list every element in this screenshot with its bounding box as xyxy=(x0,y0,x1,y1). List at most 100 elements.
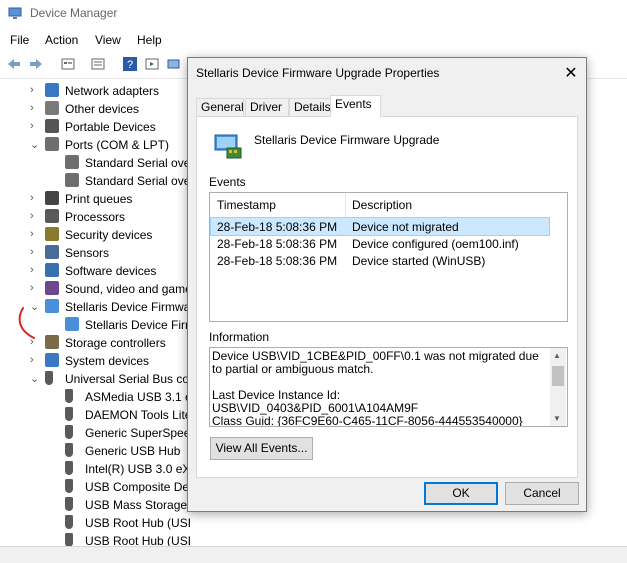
tree-item-software-device[interactable]: › Software devices xyxy=(0,262,190,280)
tree-item-label: Stellaris Device Firm xyxy=(85,318,190,332)
chevron-right-icon[interactable]: › xyxy=(30,210,40,222)
tree-item-usb[interactable]: Generic USB Hub xyxy=(0,442,190,460)
tree-item-usb[interactable]: Intel(R) USB 3.0 eXte xyxy=(0,460,190,478)
printer-icon xyxy=(45,191,59,205)
tree-item-label: Software devices xyxy=(65,264,157,278)
tree-item-port[interactable]: ⌄ Ports (COM & LPT) xyxy=(0,136,190,154)
event-timestamp: 28-Feb-18 5:08:36 PM xyxy=(217,220,338,234)
firmware-device-icon xyxy=(45,299,59,313)
tree-item-usb[interactable]: DAEMON Tools Lite xyxy=(0,406,190,424)
column-separator[interactable] xyxy=(345,193,346,217)
help-icon[interactable]: ? xyxy=(122,56,138,72)
menu-help[interactable]: Help xyxy=(137,33,162,47)
svg-text:?: ? xyxy=(127,59,133,71)
tree-item-usb[interactable]: USB Root Hub (USB 3.0) xyxy=(0,532,190,546)
tree-item-network-adapter[interactable]: › Network adapters xyxy=(0,82,190,100)
usb-icon xyxy=(65,389,73,403)
tree-item-usb[interactable]: Generic SuperSpeed xyxy=(0,424,190,442)
cancel-button[interactable]: Cancel xyxy=(505,482,579,505)
menu-action[interactable]: Action xyxy=(45,33,78,47)
portable-device-icon xyxy=(45,119,59,133)
tree-item-usb[interactable]: USB Composite Dev xyxy=(0,478,190,496)
tree-item-usb[interactable]: USB Mass Storage D xyxy=(0,496,190,514)
security-device-icon xyxy=(45,227,59,241)
scan-hardware-icon[interactable] xyxy=(166,56,182,72)
usb-icon xyxy=(65,443,73,457)
tree-item-sound[interactable]: › Sound, video and game xyxy=(0,280,190,298)
tree-item-usb[interactable]: ⌄ Universal Serial Bus con xyxy=(0,370,190,388)
information-scrollbar[interactable]: ▲ ▼ xyxy=(550,348,566,426)
chevron-right-icon[interactable]: › xyxy=(30,84,40,96)
tree-item-label: Portable Devices xyxy=(65,120,156,134)
usb-icon xyxy=(65,407,73,421)
events-list[interactable]: Timestamp Description 28-Feb-18 5:08:36 … xyxy=(209,192,568,322)
chevron-down-icon[interactable]: ⌄ xyxy=(30,372,40,385)
chevron-right-icon[interactable]: › xyxy=(30,228,40,240)
forward-arrow-icon[interactable] xyxy=(28,56,44,72)
scroll-down-icon[interactable]: ▼ xyxy=(553,414,561,423)
tree-item-label: Sound, video and game xyxy=(65,282,190,296)
tree-item-other-device[interactable]: › Other devices xyxy=(0,100,190,118)
back-arrow-icon[interactable] xyxy=(6,56,22,72)
tree-item-processor[interactable]: › Processors xyxy=(0,208,190,226)
column-header-timestamp[interactable]: Timestamp xyxy=(217,193,276,217)
tree-item-port[interactable]: Standard Serial over xyxy=(0,172,190,190)
chevron-right-icon[interactable]: › xyxy=(30,354,40,366)
network-adapter-icon xyxy=(45,83,59,97)
action-icon[interactable] xyxy=(144,56,160,72)
menu-file[interactable]: File xyxy=(10,33,29,47)
sound-icon xyxy=(45,281,59,295)
event-row[interactable]: 28-Feb-18 5:08:36 PM Device started (WinU… xyxy=(211,252,549,269)
chevron-down-icon[interactable]: ⌄ xyxy=(30,138,40,151)
information-label: Information xyxy=(209,330,270,344)
view-all-events-button[interactable]: View All Events... xyxy=(210,437,313,460)
system-device-icon xyxy=(45,353,59,367)
chevron-right-icon[interactable]: › xyxy=(30,120,40,132)
scroll-up-icon[interactable]: ▲ xyxy=(553,351,561,360)
tree-item-portable-device[interactable]: › Portable Devices xyxy=(0,118,190,136)
menu-view[interactable]: View xyxy=(95,33,121,47)
close-icon[interactable]: ✕ xyxy=(563,63,579,83)
events-tab-panel: Stellaris Device Firmware Upgrade Events… xyxy=(196,116,578,478)
tree-item-label: Generic USB Hub xyxy=(85,444,181,458)
tree-item-port[interactable]: Standard Serial over xyxy=(0,154,190,172)
tab-driver[interactable]: Driver xyxy=(245,98,289,117)
tab-details[interactable]: Details xyxy=(289,98,335,117)
properties-icon[interactable] xyxy=(60,56,76,72)
tree-item-label: System devices xyxy=(65,354,150,368)
other-device-icon xyxy=(45,101,59,115)
tab-events[interactable]: Events xyxy=(330,95,381,117)
event-description: Device configured (oem100.inf) xyxy=(352,237,519,251)
window-title: Device Manager xyxy=(30,6,118,20)
usb-icon xyxy=(65,425,73,439)
chevron-right-icon[interactable]: › xyxy=(30,246,40,258)
information-textbox[interactable]: Device USB\VID_1CBE&PID_00FF\0.1 was not… xyxy=(209,347,568,427)
chevron-right-icon[interactable]: › xyxy=(30,264,40,276)
tree-item-printer[interactable]: › Print queues xyxy=(0,190,190,208)
column-header-description[interactable]: Description xyxy=(352,193,412,217)
event-row[interactable]: 28-Feb-18 5:08:36 PM Device configured (o… xyxy=(211,235,549,252)
tree-item-label: USB Composite Dev xyxy=(85,480,190,494)
update-driver-icon[interactable] xyxy=(90,56,106,72)
usb-icon xyxy=(45,371,53,385)
tree-item-system-device[interactable]: › System devices xyxy=(0,352,190,370)
chevron-right-icon[interactable]: › xyxy=(30,282,40,294)
tree-item-usb[interactable]: USB Root Hub (USB 3.0) xyxy=(0,514,190,532)
ok-button[interactable]: OK xyxy=(424,482,498,505)
tree-item-sensor[interactable]: › Sensors xyxy=(0,244,190,262)
event-row[interactable]: 28-Feb-18 5:08:36 PM Device not migrated xyxy=(210,217,550,236)
tree-item-label: Storage controllers xyxy=(65,336,166,350)
usb-icon xyxy=(65,461,73,475)
tab-general[interactable]: General xyxy=(196,98,244,117)
dialog-title: Stellaris Device Firmware Upgrade Proper… xyxy=(196,66,440,80)
chevron-right-icon[interactable]: › xyxy=(30,102,40,114)
tree-item-security-device[interactable]: › Security devices xyxy=(0,226,190,244)
tree-item-label: USB Root Hub (USB 3.0) xyxy=(85,534,190,546)
storage-icon xyxy=(45,335,59,349)
tree-item-usb[interactable]: ASMedia USB 3.1 eX xyxy=(0,388,190,406)
chevron-right-icon[interactable]: › xyxy=(30,192,40,204)
usb-icon xyxy=(65,479,73,493)
red-annotation-stroke xyxy=(18,307,35,339)
status-bar xyxy=(0,546,627,563)
scroll-thumb[interactable] xyxy=(552,366,564,386)
